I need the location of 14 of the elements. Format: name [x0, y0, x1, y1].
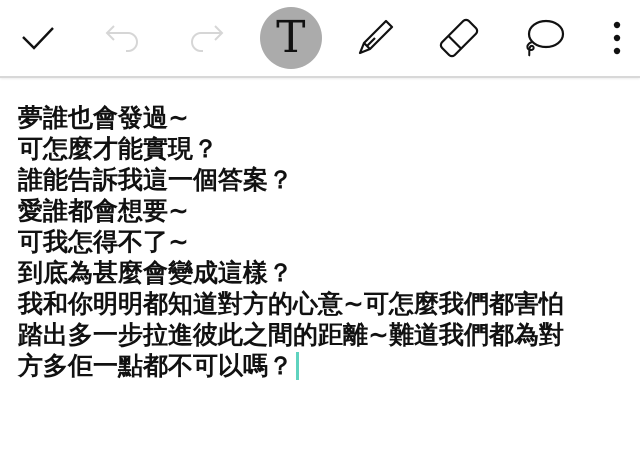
text-line: 誰能告訴我這一個答案？ — [18, 164, 293, 195]
text-tool-button[interactable]: T — [260, 7, 322, 69]
text-line: 可怎麼才能實現？ — [18, 133, 218, 164]
text-line: 到底為甚麼會變成這樣？ — [18, 257, 293, 288]
text-line: 我和你明明都知道對方的心意~可怎麼我們都害怕 — [18, 288, 564, 319]
text-line: 可我怎得不了~ — [18, 226, 189, 257]
text-line: 踏出多一步拉進彼此之間的距離~難道我們都為對 — [18, 319, 564, 350]
more-icon — [612, 21, 621, 55]
text-line: 方多佢一點都不可以嗎？ — [18, 350, 293, 381]
text-line: 愛誰都會想要~ — [18, 195, 189, 226]
redo-icon — [188, 23, 225, 53]
undo-icon — [104, 23, 140, 53]
check-icon — [21, 25, 55, 51]
text-line: 夢誰也會發過~ — [18, 102, 189, 133]
